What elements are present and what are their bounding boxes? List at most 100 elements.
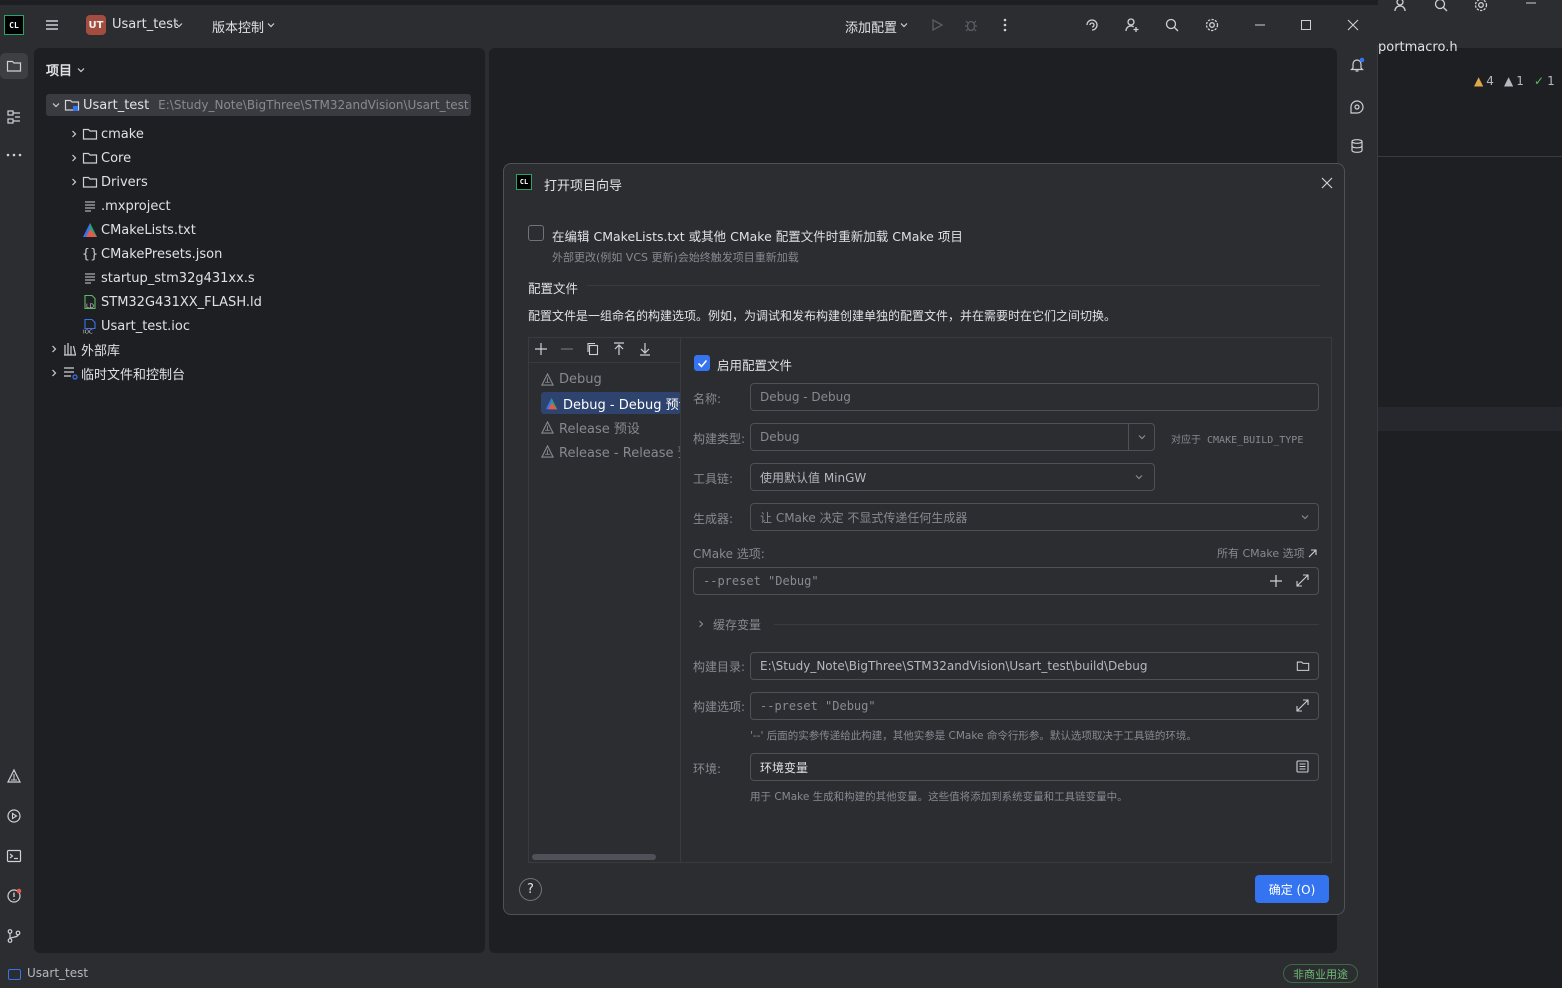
reload-cmake-checkbox-label[interactable]: 在编辑 CMakeLists.txt 或其他 CMake 配置文件时重新加载 C… — [552, 226, 963, 245]
chevron-right-icon[interactable] — [696, 619, 706, 629]
remove-profile-icon[interactable] — [559, 341, 575, 357]
minimize-icon[interactable] — [1250, 15, 1270, 35]
chevron-right-icon[interactable] — [66, 126, 82, 142]
build-dir-field[interactable]: E:\Study_Note\BigThree\STM32andVision\Us… — [750, 652, 1319, 680]
inspection-warning-count[interactable]: ▲ 4 — [1474, 74, 1494, 88]
cmake-options-value: --preset "Debug" — [703, 574, 819, 588]
tree-item-cmakepresets[interactable]: {} CMakePresets.json — [82, 243, 223, 265]
search-icon[interactable] — [1432, 0, 1450, 14]
tree-item-external-libraries[interactable]: 外部库 — [46, 338, 120, 360]
services-run-icon[interactable] — [4, 806, 24, 826]
build-type-label: 构建类型: — [693, 432, 746, 446]
tree-item-path: E:\Study_Note\BigThree\STM32andVision\Us… — [158, 98, 469, 112]
chevron-down-icon[interactable] — [48, 97, 64, 113]
add-user-icon[interactable] — [1122, 15, 1142, 35]
edit-environment-icon[interactable] — [1296, 760, 1309, 773]
chevron-right-icon[interactable] — [46, 365, 62, 381]
move-down-icon[interactable] — [637, 341, 653, 357]
structure-tool-icon[interactable] — [4, 107, 24, 127]
enable-profile-checkbox[interactable] — [694, 355, 710, 371]
svg-text:IOC: IOC — [83, 330, 93, 335]
generator-combo[interactable]: 让 CMake 决定 不显式传递任何生成器 — [750, 503, 1319, 531]
project-panel-header[interactable]: 项目 — [46, 60, 86, 79]
help-button[interactable]: ? — [519, 878, 542, 901]
close-icon[interactable] — [1343, 15, 1363, 35]
add-profile-icon[interactable] — [533, 341, 549, 357]
project-tool-icon[interactable] — [0, 53, 28, 79]
build-options-field[interactable]: --preset "Debug" — [750, 692, 1319, 720]
profile-item-debug-preset[interactable]: Debug - Debug 预设 — [541, 392, 681, 414]
chevron-right-icon[interactable] — [46, 341, 62, 357]
cmake-tool-icon[interactable] — [4, 766, 24, 786]
terminal-icon[interactable] — [4, 846, 24, 866]
chevron-right-icon[interactable] — [66, 150, 82, 166]
add-macro-icon[interactable] — [1270, 575, 1282, 587]
ok-button[interactable]: 确定 (O) — [1255, 875, 1329, 903]
add-user-icon[interactable] — [1392, 0, 1410, 14]
notifications-bell-icon[interactable] — [1347, 55, 1367, 75]
cmake-options-field[interactable]: --preset "Debug" — [693, 567, 1319, 595]
browse-folder-icon[interactable] — [1296, 659, 1310, 673]
left-tool-strip — [0, 45, 28, 955]
inspection-check-count[interactable]: ✓ 1 — [1534, 74, 1555, 88]
reload-cmake-checkbox[interactable] — [528, 225, 544, 241]
expand-editor-icon[interactable] — [1296, 699, 1309, 712]
name-field[interactable]: Debug - Debug — [750, 383, 1319, 411]
ld-file-icon: LD — [82, 294, 98, 310]
tree-item-mxproject[interactable]: .mxproject — [82, 195, 171, 217]
profiles-section-title: 配置文件 — [528, 281, 579, 296]
tree-item-scratches[interactable]: 临时文件和控制台 — [46, 362, 185, 384]
tree-item-linker-script[interactable]: LD STM32G431XX_FLASH.ld — [82, 291, 262, 313]
ai-chat-icon[interactable] — [1347, 97, 1367, 117]
main-menu-icon[interactable] — [42, 15, 62, 35]
settings-gear-icon[interactable] — [1202, 15, 1222, 35]
close-icon[interactable] — [1319, 175, 1335, 191]
chevron-down-icon[interactable] — [1128, 424, 1154, 450]
tree-item-root[interactable]: Usart_test E:\Study_Note\BigThree\STM32a… — [46, 94, 471, 116]
maximize-icon[interactable] — [1296, 15, 1316, 35]
cache-variables-toggle[interactable]: 缓存变量 — [713, 616, 761, 633]
run-icon[interactable] — [927, 15, 947, 35]
settings-gear-icon[interactable] — [1472, 0, 1490, 14]
more-tools-icon[interactable] — [4, 145, 24, 165]
search-icon[interactable] — [1162, 15, 1182, 35]
tree-item-core[interactable]: Core — [66, 147, 131, 169]
project-switcher[interactable]: Usart_test — [112, 17, 178, 32]
all-cmake-options-link[interactable]: 所有 CMake 选项 — [1217, 545, 1317, 561]
tree-item-startup[interactable]: startup_stm32g431xx.s — [82, 267, 255, 289]
tree-item-drivers[interactable]: Drivers — [66, 171, 148, 193]
copy-profile-icon[interactable] — [585, 341, 601, 357]
move-up-icon[interactable] — [611, 341, 627, 357]
problems-icon[interactable] — [4, 886, 24, 906]
status-project-name[interactable]: Usart_test — [27, 966, 88, 980]
chevron-right-icon[interactable] — [66, 174, 82, 190]
profile-item-release-release-preset[interactable]: Release - Release 预设 — [541, 440, 681, 462]
expand-editor-icon[interactable] — [1296, 574, 1309, 587]
toolchain-combo[interactable]: 使用默认值 MinGW — [750, 463, 1155, 491]
inspection-weak-warning-count[interactable]: ▲ 1 — [1504, 74, 1524, 88]
tree-item-cmake[interactable]: cmake — [66, 123, 144, 145]
run-config-selector[interactable]: 添加配置 — [845, 17, 897, 36]
profile-item-release-preset[interactable]: Release 预设 — [541, 416, 679, 438]
vcs-menu[interactable]: 版本控制 — [212, 17, 264, 36]
tree-item-ioc[interactable]: IOC Usart_test.ioc — [82, 315, 190, 337]
chevron-down-icon — [173, 19, 185, 31]
project-badge[interactable]: UT — [86, 15, 106, 35]
editor-tab-portmacro[interactable]: portmacro.h — [1378, 40, 1458, 55]
minimize-icon[interactable] — [1522, 0, 1540, 12]
more-actions-icon[interactable] — [995, 15, 1015, 35]
profile-item-label: Debug — [559, 371, 602, 387]
debug-icon[interactable] — [961, 15, 981, 35]
profiles-horizontal-scrollbar[interactable] — [532, 854, 656, 860]
ai-assistant-icon[interactable] — [1082, 15, 1102, 35]
project-tool-window: 项目 Usart_test E:\Study_Note\BigThree\STM… — [34, 48, 485, 953]
build-type-combo[interactable]: Debug — [750, 423, 1155, 451]
tree-item-cmakelists[interactable]: CMakeLists.txt — [82, 219, 196, 241]
license-badge[interactable]: 非商业用途 — [1283, 964, 1358, 983]
generator-value: 让 CMake 决定 不显式传递任何生成器 — [760, 510, 968, 525]
profile-item-debug[interactable]: Debug — [541, 368, 679, 390]
git-branch-icon[interactable] — [4, 926, 24, 946]
environment-field[interactable]: 环境变量 — [750, 753, 1319, 781]
enable-profile-label[interactable]: 启用配置文件 — [717, 355, 792, 374]
database-icon[interactable] — [1347, 136, 1367, 156]
